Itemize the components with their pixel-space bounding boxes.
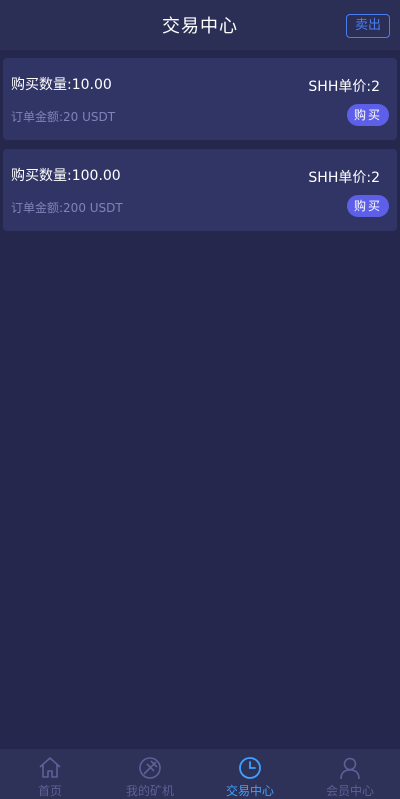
tab-label: 会员中心 [325,784,374,798]
amount-value: 200 USDT [63,201,123,215]
quantity-label: 购买数量: [11,77,72,93]
user-icon [340,757,360,780]
unit-price-value: 2 [371,79,380,95]
sell-button[interactable]: 卖出 [345,14,390,38]
amount-value: 20 USDT [63,110,116,124]
quantity-value: 100.00 [71,168,121,184]
tab-home[interactable]: 首页 [0,749,100,799]
order-quantity: 购买数量:100.00 [11,165,121,185]
tab-member-center[interactable]: 会员中心 [300,749,400,799]
quantity-label: 购买数量: [11,168,72,184]
clock-icon [239,757,261,779]
amount-label: 订单金额: [11,110,64,124]
miner-icon [139,757,161,779]
buy-button[interactable]: 购买 [346,104,389,126]
buy-button[interactable]: 购买 [346,195,389,217]
order-quantity: 购买数量:10.00 [11,74,112,94]
tab-trade-center[interactable]: 交易中心 [200,749,300,799]
tab-my-miner[interactable]: 我的矿机 [100,749,200,799]
quantity-value: 10.00 [71,77,112,93]
amount-label: 订单金额: [11,201,64,215]
order-amount: 订单金额:20 USDT [11,108,115,125]
order-card: 购买数量:100.00 SHH单价:2 订单金额:200 USDT 购买 [3,149,397,231]
order-unit-price: SHH单价:2 [308,76,380,96]
tab-label: 交易中心 [225,784,274,798]
tab-label: 我的矿机 [125,784,174,798]
page-title: 交易中心 [162,16,238,37]
bottom-tab-bar: 首页 我的矿机 交易中心 会员中心 [0,749,400,799]
home-icon [39,757,61,778]
unit-price-label: SHH单价: [308,79,372,95]
order-list: 购买数量:10.00 SHH单价:2 订单金额:20 USDT 购买 购买数量:… [3,58,397,240]
top-nav-bar: 交易中心 卖出 [0,0,400,50]
unit-price-label: SHH单价: [308,170,372,186]
tab-label: 首页 [37,784,62,798]
order-card: 购买数量:10.00 SHH单价:2 订单金额:20 USDT 购买 [3,58,397,140]
order-unit-price: SHH单价:2 [308,167,380,187]
unit-price-value: 2 [371,170,380,186]
order-amount: 订单金额:200 USDT [11,199,123,216]
